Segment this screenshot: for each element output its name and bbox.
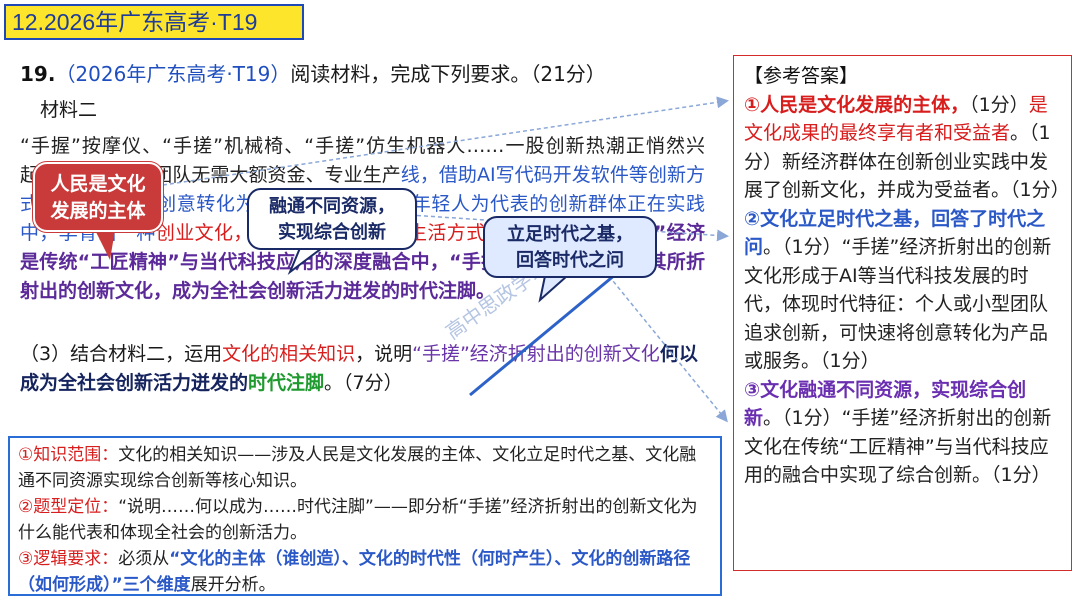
analysis-1-label: ①知识范围：	[18, 445, 119, 465]
callout-bubble-people-subject: 人民是文化 发展的主体	[33, 162, 163, 232]
callout-bubble-integrate-resources: 融通不同资源， 实现综合创新	[247, 188, 417, 250]
callout-1-line-2: 发展的主体	[50, 200, 146, 222]
answer-2-rest: 。（1分）“手搓”经济折射出的创新文化形成于AI等当代科技发展的时代，体现时代特…	[744, 236, 1052, 372]
analysis-line-1: ①知识范围：文化的相关知识——涉及人民是文化发展的主体、文化立足时代之基、文化融…	[18, 442, 712, 494]
callout-bubble-era-based: 立足时代之基， 回答时代之问	[483, 216, 657, 278]
arrow-to-answer-1	[162, 96, 729, 186]
bubble-tail-2	[287, 247, 325, 275]
reference-answer-box: 【参考答案】 ①人民是文化发展的主体，（1分）是文化成果的最终享有者和受益者。（…	[733, 55, 1072, 571]
analysis-3-text-b: 展开分析。	[190, 575, 276, 595]
analysis-3-label: ③逻辑要求：	[18, 549, 119, 569]
analysis-2-text: “说明……何以成为……时代注脚”——即分析“手搓”经济折射出的创新文化为什么能代…	[18, 497, 698, 543]
analysis-box: ①知识范围：文化的相关知识——涉及人民是文化发展的主体、文化立足时代之基、文化融…	[8, 436, 722, 596]
analysis-1-text: 文化的相关知识——涉及人民是文化发展的主体、文化立足时代之基、文化融通不同资源实…	[18, 445, 697, 491]
arrow-to-answer-3	[599, 264, 728, 423]
answer-header: 【参考答案】	[744, 65, 859, 87]
callout-1-line-1: 人民是文化	[50, 173, 146, 195]
callout-2-line-2: 实现综合创新	[278, 222, 386, 243]
answer-1-score: （1分）	[969, 93, 1029, 116]
answer-point-3: ③文化融通不同资源，实现综合创新。（1分）“手搓”经济折射出的创新文化在传统“工…	[744, 376, 1063, 490]
analysis-line-3: ③逻辑要求：必须从“文化的主体（谁创造）、文化的时代性（何时产生）、文化的创新路…	[18, 546, 712, 598]
bubble-tail-1	[95, 230, 115, 260]
answer-1-title: ①人民是文化发展的主体，	[744, 93, 970, 116]
answer-point-1: ①人民是文化发展的主体，（1分）是文化成果的最终享有者和受益者。（1分）新经济群…	[744, 91, 1070, 205]
analysis-line-2: ②题型定位：“说明……何以成为……时代注脚”——即分析“手搓”经济折射出的创新文…	[18, 494, 712, 546]
callout-3-line-2: 回答时代之问	[516, 250, 624, 271]
callout-2-line-1: 融通不同资源，	[269, 196, 395, 217]
analysis-3-text-a: 必须从	[118, 549, 170, 569]
bubble-tail-3	[538, 275, 570, 303]
answer-point-2: ②文化立足时代之基，回答了时代之问。（1分）“手搓”经济折射出的创新文化形成于A…	[744, 205, 1063, 376]
analysis-2-label: ②题型定位：	[18, 497, 119, 517]
callout-3-line-1: 立足时代之基，	[507, 224, 633, 245]
answer-3-rest: 。（1分）“手搓”经济折射出的创新文化在传统“工匠精神”与当代科技应用的融合中实…	[744, 407, 1052, 486]
